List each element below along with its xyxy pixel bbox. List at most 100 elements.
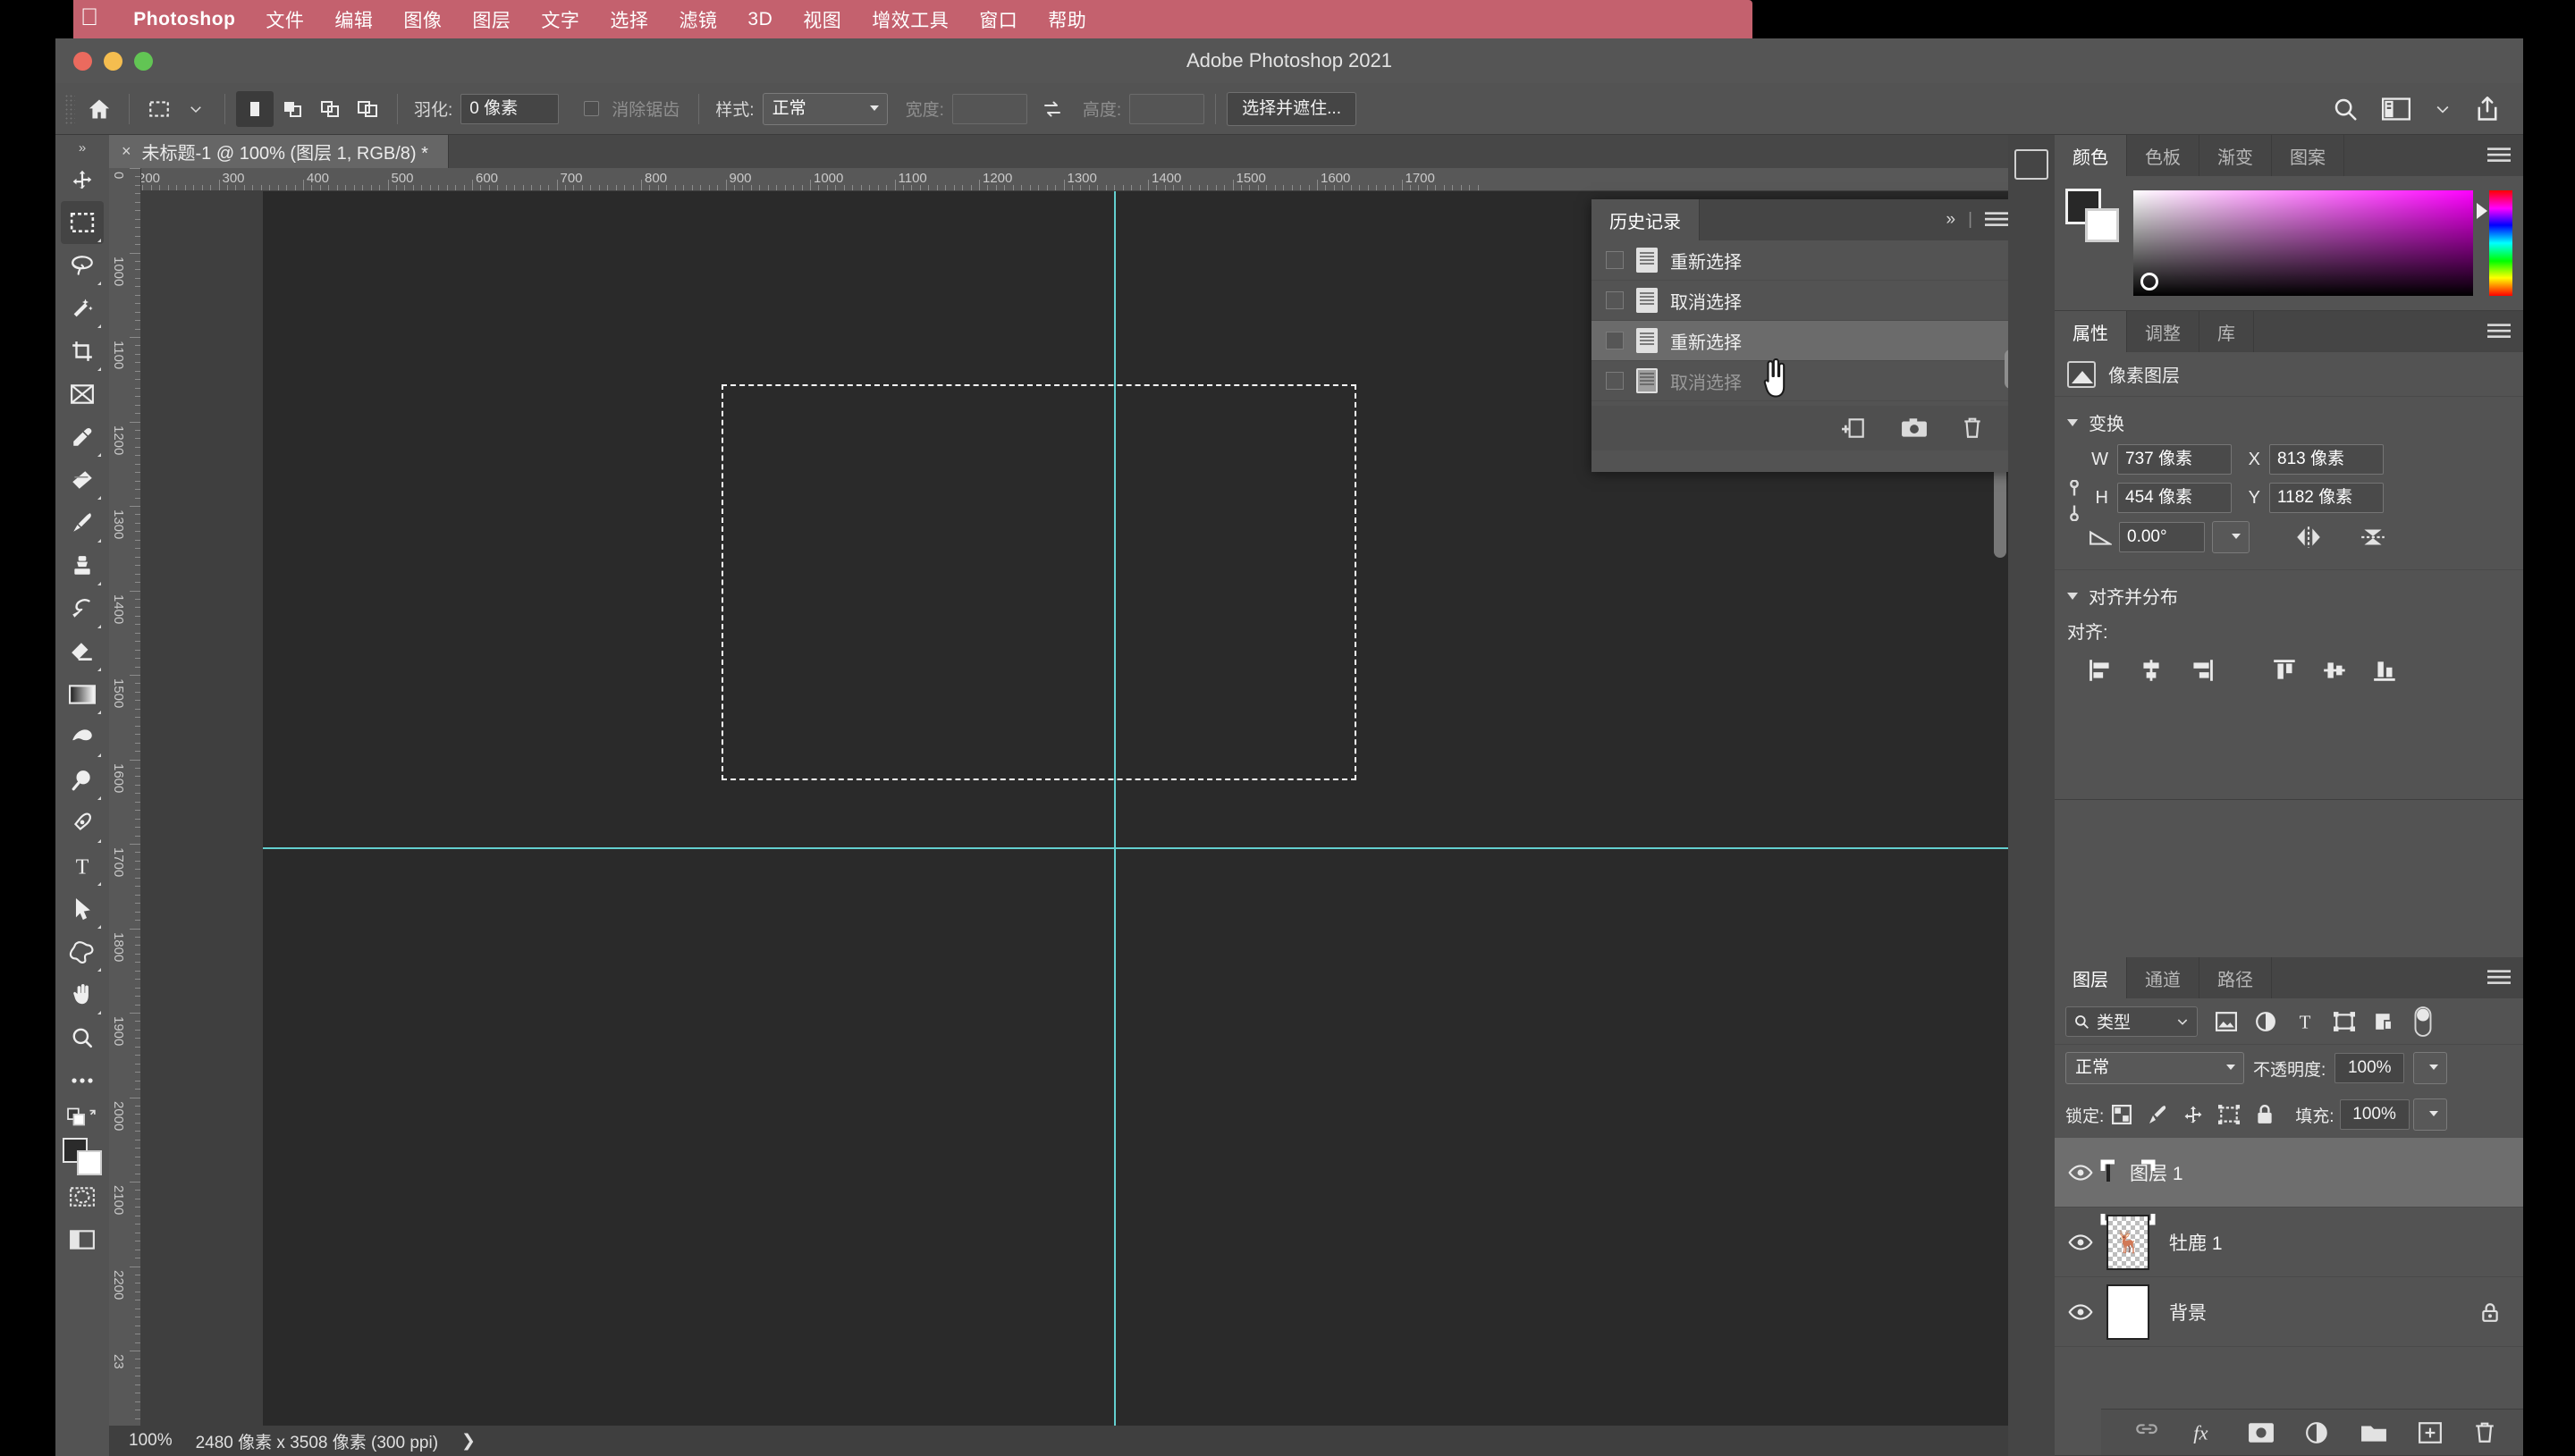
history-item-selected[interactable]: 重新选择 bbox=[1591, 321, 2021, 361]
move-tool[interactable] bbox=[61, 158, 104, 201]
color-field-marker[interactable] bbox=[2140, 273, 2158, 290]
frame-tool[interactable] bbox=[61, 373, 104, 416]
tool-preset-chevron-down-icon[interactable] bbox=[178, 91, 214, 127]
opacity-chevron-down-icon[interactable] bbox=[2413, 1052, 2448, 1084]
add-layer-mask-icon[interactable] bbox=[2248, 1422, 2275, 1443]
layer-row[interactable]: 🦌 牡鹿 1 bbox=[2055, 1208, 2523, 1277]
search-icon[interactable] bbox=[2332, 96, 2359, 122]
history-brush-tool[interactable] bbox=[61, 587, 104, 630]
eraser-tool[interactable] bbox=[61, 630, 104, 673]
layer-visibility-toggle[interactable] bbox=[2055, 1233, 2106, 1251]
style-select[interactable]: 正常 bbox=[762, 92, 888, 125]
new-selection-button[interactable] bbox=[236, 90, 274, 127]
menu-item-layer[interactable]: 图层 bbox=[457, 6, 526, 33]
menu-item-plugins[interactable]: 增效工具 bbox=[857, 6, 964, 33]
panel-menu-icon[interactable] bbox=[2487, 323, 2511, 341]
align-top-icon[interactable] bbox=[2260, 652, 2310, 688]
gradient-tool[interactable] bbox=[61, 673, 104, 716]
chevron-down-icon[interactable] bbox=[2067, 592, 2078, 600]
delete-state-icon[interactable] bbox=[1962, 417, 1983, 440]
lock-artboard-icon[interactable] bbox=[2211, 1099, 2247, 1130]
x-input[interactable]: 813 像素 bbox=[2269, 444, 2384, 475]
history-item[interactable]: 重新选择 bbox=[1591, 240, 2021, 281]
path-selection-tool[interactable] bbox=[61, 888, 104, 930]
tab-channels[interactable]: 通道 bbox=[2127, 957, 2199, 998]
intersect-selection-button[interactable] bbox=[349, 91, 386, 127]
tab-color[interactable]: 颜色 bbox=[2055, 135, 2127, 176]
menu-item-window[interactable]: 窗口 bbox=[964, 6, 1033, 33]
tab-swatches[interactable]: 色板 bbox=[2127, 135, 2199, 176]
height-input[interactable] bbox=[1129, 93, 1205, 124]
spot-healing-brush-tool[interactable] bbox=[61, 459, 104, 501]
align-section-header[interactable]: 对齐并分布 bbox=[2055, 570, 2523, 618]
menu-item-filter[interactable]: 滤镜 bbox=[663, 6, 732, 33]
menu-item-help[interactable]: 帮助 bbox=[1033, 6, 1102, 33]
screen-mode-icon[interactable] bbox=[61, 1218, 104, 1261]
tab-libraries[interactable]: 库 bbox=[2199, 311, 2254, 352]
add-to-selection-button[interactable] bbox=[274, 91, 311, 127]
layer-row[interactable]: 背景 bbox=[2055, 1277, 2523, 1347]
lock-all-icon[interactable] bbox=[2247, 1099, 2283, 1130]
workspace-icon[interactable] bbox=[2382, 97, 2410, 121]
layer-name[interactable]: 图层 1 bbox=[2130, 1159, 2183, 1186]
chevron-down-icon[interactable] bbox=[2434, 100, 2452, 118]
width-input[interactable]: 737 像素 bbox=[2117, 444, 2232, 475]
filter-shape-icon[interactable] bbox=[2325, 1006, 2364, 1038]
zoom-level[interactable]: 100% bbox=[129, 1431, 173, 1451]
blend-mode-select[interactable]: 正常 bbox=[2065, 1052, 2244, 1084]
menu-item-edit[interactable]: 编辑 bbox=[319, 6, 388, 33]
history-item[interactable]: 取消选择 bbox=[1591, 361, 2021, 401]
antialias-checkbox[interactable] bbox=[584, 101, 600, 116]
color-swatches[interactable] bbox=[2065, 189, 2123, 242]
chevron-down-icon[interactable] bbox=[2067, 418, 2078, 426]
tab-adjustments[interactable]: 调整 bbox=[2127, 311, 2199, 352]
history-snapshot-checkbox[interactable] bbox=[1606, 251, 1624, 269]
swap-arrows-icon[interactable] bbox=[1034, 91, 1070, 127]
home-icon[interactable] bbox=[80, 91, 118, 127]
new-fill-adjustment-layer-icon[interactable] bbox=[2305, 1421, 2330, 1444]
edit-toolbar-tool[interactable] bbox=[61, 1059, 104, 1102]
menu-item-3d[interactable]: 3D bbox=[732, 9, 788, 30]
history-item[interactable]: 取消选择 bbox=[1591, 281, 2021, 321]
layer-name[interactable]: 背景 bbox=[2169, 1299, 2207, 1326]
foreground-background-color[interactable] bbox=[61, 1136, 104, 1175]
quick-mask-icon[interactable] bbox=[61, 1175, 104, 1218]
width-input[interactable] bbox=[951, 93, 1027, 124]
height-input[interactable]: 454 像素 bbox=[2117, 483, 2232, 513]
history-snapshot-checkbox[interactable] bbox=[1606, 332, 1624, 349]
document-tab[interactable]: × 未标题-1 @ 100% (图层 1, RGB/8) * bbox=[109, 135, 449, 168]
layer-filter-kind-select[interactable]: 类型 bbox=[2065, 1006, 2198, 1037]
delete-layer-icon[interactable] bbox=[2473, 1421, 2496, 1444]
hue-slider[interactable] bbox=[2489, 190, 2512, 296]
menu-item-view[interactable]: 视图 bbox=[788, 6, 857, 33]
status-chevron-icon[interactable]: ❯ bbox=[461, 1431, 476, 1452]
zoom-tool[interactable] bbox=[61, 1016, 104, 1059]
layer-name[interactable]: 牡鹿 1 bbox=[2169, 1229, 2223, 1256]
menu-item-select[interactable]: 选择 bbox=[595, 6, 663, 33]
align-center-v-icon[interactable] bbox=[2310, 652, 2360, 688]
fill-input[interactable]: 100% bbox=[2339, 1099, 2410, 1130]
custom-shape-tool[interactable] bbox=[61, 930, 104, 973]
menu-item-image[interactable]: 图像 bbox=[388, 6, 457, 33]
filter-image-icon[interactable] bbox=[2207, 1006, 2246, 1038]
background-color-swatch[interactable] bbox=[2085, 208, 2119, 242]
crop-tool[interactable] bbox=[61, 330, 104, 373]
layer-style-fx-icon[interactable]: fx bbox=[2191, 1420, 2217, 1445]
filter-adjustment-icon[interactable] bbox=[2246, 1006, 2285, 1038]
pen-tool[interactable] bbox=[61, 802, 104, 845]
tab-patterns[interactable]: 图案 bbox=[2272, 135, 2344, 176]
menu-item-type[interactable]: 文字 bbox=[526, 6, 595, 33]
align-bottom-icon[interactable] bbox=[2360, 652, 2410, 688]
layer-visibility-toggle[interactable] bbox=[2055, 1303, 2106, 1321]
rect-marquee-icon[interactable] bbox=[140, 91, 178, 127]
lasso-tool[interactable] bbox=[61, 244, 104, 287]
subtract-from-selection-button[interactable] bbox=[311, 91, 349, 127]
default-colors-icon[interactable] bbox=[61, 1102, 104, 1132]
align-left-icon[interactable] bbox=[2076, 652, 2126, 688]
opacity-input[interactable]: 100% bbox=[2334, 1053, 2405, 1083]
dodge-tool[interactable] bbox=[61, 716, 104, 759]
guide-horizontal[interactable] bbox=[263, 847, 2008, 849]
history-collapsed-icon[interactable] bbox=[2014, 149, 2048, 180]
link-icon[interactable] bbox=[2065, 480, 2083, 521]
select-and-mask-button[interactable]: 选择并遮住... bbox=[1227, 91, 1356, 126]
